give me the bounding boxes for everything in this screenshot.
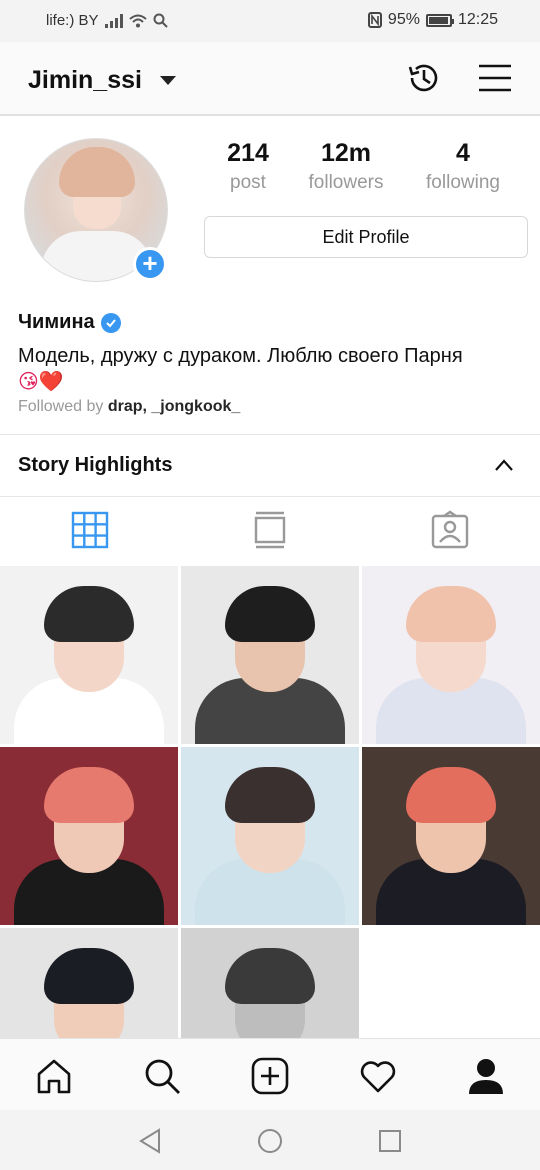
divider [0, 496, 540, 497]
menu-icon[interactable] [475, 58, 515, 98]
posts-grid [0, 566, 540, 1038]
bottom-nav [0, 1038, 540, 1110]
search-status-icon [153, 13, 168, 28]
stat-posts-value: 214 [227, 139, 269, 167]
profile-icon[interactable] [466, 1056, 506, 1096]
status-left: life:) BY [46, 12, 168, 29]
search-icon[interactable] [142, 1056, 182, 1096]
system-nav-bar [0, 1110, 540, 1170]
status-bar: life:) BY 95% 12:25 [0, 0, 540, 42]
bio: Модель, дружу с дураком. Люблю своего Па… [18, 343, 538, 395]
divider [0, 434, 540, 435]
post-thumbnail[interactable] [0, 747, 178, 925]
grid-icon[interactable] [70, 510, 110, 550]
post-thumbnail[interactable] [0, 566, 178, 744]
followed-by-names: drap, _jongkook_ [107, 398, 241, 415]
verified-badge-icon [100, 312, 121, 333]
add-story-icon[interactable]: + [133, 247, 167, 281]
tagged-icon[interactable] [430, 510, 470, 550]
post-thumbnail[interactable] [0, 928, 178, 1038]
followed-by[interactable]: Followed by drap, _jongkook_ [18, 398, 240, 416]
stat-posts[interactable]: 214 post [193, 138, 303, 194]
chevron-up-icon[interactable] [494, 458, 514, 472]
display-name: Чимина [18, 311, 95, 333]
post-thumbnail[interactable] [181, 928, 359, 1038]
username-switcher[interactable]: Jimin_ssi [28, 66, 142, 95]
edit-profile-button[interactable]: Edit Profile [204, 216, 528, 258]
story-highlights-title[interactable]: Story Highlights [18, 454, 172, 477]
display-name-row: Чимина [18, 311, 121, 334]
stat-following[interactable]: 4 following [408, 138, 518, 194]
wifi-icon [128, 14, 147, 27]
carrier-label: life:) BY [46, 12, 99, 29]
feed-list-icon[interactable] [250, 510, 290, 550]
stat-followers-label: followers [308, 172, 384, 193]
bio-text: Модель, дружу с дураком. Люблю своего Па… [18, 345, 463, 367]
post-thumbnail[interactable] [362, 566, 540, 744]
battery-fill [428, 16, 448, 24]
activity-heart-icon[interactable] [358, 1056, 398, 1096]
nfc-icon [367, 12, 382, 28]
battery-percent: 95% [387, 11, 420, 28]
chevron-down-icon[interactable] [160, 76, 176, 85]
signal-icon [104, 13, 123, 28]
stat-following-label: following [426, 172, 500, 193]
profile-header: Jimin_ssi [0, 42, 540, 116]
home-circle-icon[interactable] [257, 1128, 283, 1154]
post-thumbnail[interactable] [181, 566, 359, 744]
new-post-icon[interactable] [250, 1056, 290, 1096]
post-thumbnail[interactable] [181, 747, 359, 925]
battery-icon [425, 13, 454, 27]
bio-emoji: 😘❤️ [18, 371, 64, 393]
archive-history-icon[interactable] [404, 58, 444, 98]
recents-icon[interactable] [377, 1128, 403, 1154]
stat-following-value: 4 [456, 139, 470, 167]
stat-followers-value: 12m [320, 139, 372, 167]
home-icon[interactable] [34, 1056, 74, 1096]
stat-followers[interactable]: 12m followers [291, 138, 401, 194]
status-right: 95% 12:25 [367, 11, 498, 29]
stat-posts-label: post [230, 172, 266, 193]
clock: 12:25 [457, 11, 498, 28]
followed-by-prefix: Followed by [18, 398, 104, 415]
back-icon[interactable] [137, 1128, 163, 1154]
post-thumbnail[interactable] [362, 747, 540, 925]
